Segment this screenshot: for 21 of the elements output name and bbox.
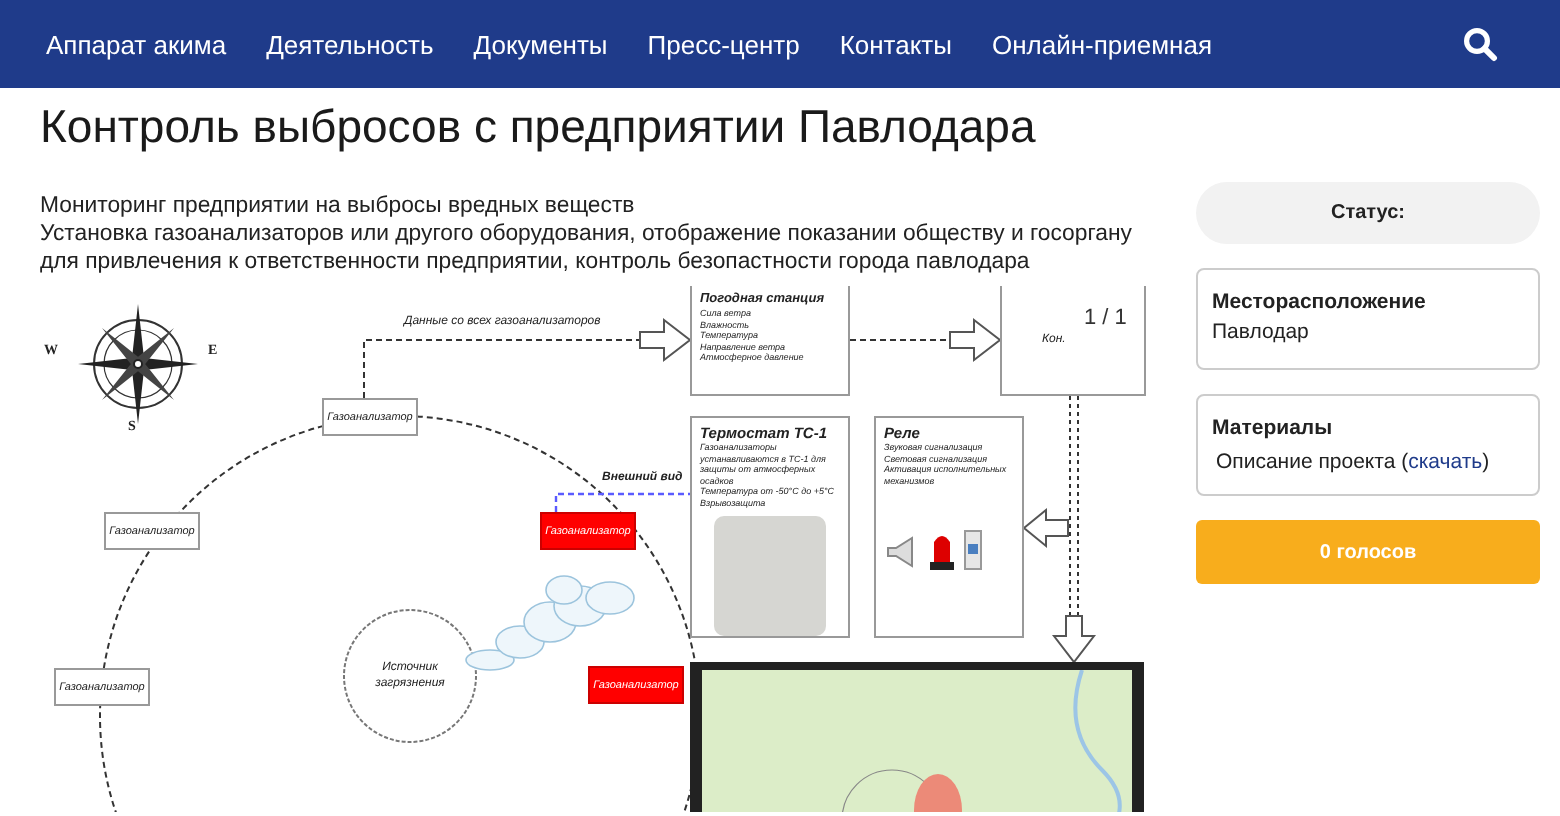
nav-link[interactable]: Контакты: [839, 29, 952, 59]
nav-link[interactable]: Документы: [473, 29, 608, 59]
description-text: Установка газоанализаторов или другого оборудования, отображение показании обществу и госоргану для привлечения к ответственности предприятии, контроль безопастности города павлодара: [40, 220, 1134, 276]
slide-counter: 1 / 1: [1084, 306, 1127, 330]
device-photo-placeholder: [714, 516, 826, 636]
nav-link[interactable]: Онлайн-приемная: [991, 29, 1212, 59]
nav-link[interactable]: Деятельность: [266, 29, 434, 59]
search-icon[interactable]: [1462, 26, 1498, 62]
nav-link[interactable]: Аппарат акима: [46, 29, 227, 59]
description-text: Мониторинг предприятии на выбросы вредных веществ: [40, 192, 637, 220]
nav-link[interactable]: Пресс-центр: [647, 29, 800, 59]
card-title: Месторасположение: [1212, 290, 1428, 314]
relay-module-icon: [964, 530, 982, 570]
card-title: Материалы: [1212, 416, 1335, 440]
source-circle: [343, 609, 477, 743]
material-text: Описание проекта (скачать): [1214, 450, 1492, 474]
download-link[interactable]: скачать: [1408, 450, 1483, 474]
status-pill: Статус:: [1196, 182, 1540, 244]
location-value: Павлодар: [1212, 320, 1311, 344]
page-title: Контроль выбросов с предприятии Павлодара: [40, 98, 1038, 156]
beacon-icon: [928, 530, 956, 570]
